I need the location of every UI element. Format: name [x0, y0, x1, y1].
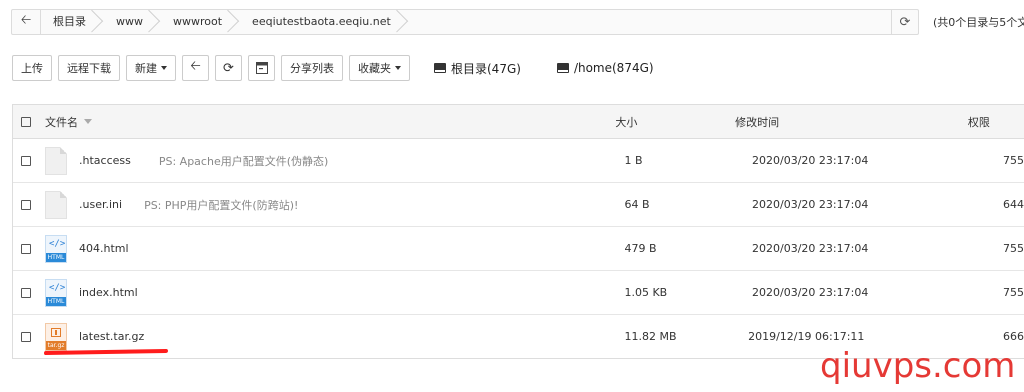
file-name-cell: </> HTML 404.html	[31, 234, 600, 263]
refresh-button[interactable]: ⟳	[215, 55, 242, 81]
html-band-label: HTML	[46, 296, 66, 306]
back-arrow-icon[interactable]: 🡠	[12, 10, 41, 34]
code-glyph: </>	[49, 238, 66, 249]
breadcrumb: 根目录 www wwwroot eeqiutestbaota.eeqiu.net	[41, 10, 409, 34]
file-name[interactable]: .user.ini	[79, 198, 122, 211]
chevron-down-icon	[161, 66, 167, 70]
disk-home-label: /home(874G)	[573, 61, 654, 75]
file-name-cell: .user.ini PS: PHP用户配置文件(防跨站)!	[31, 190, 600, 219]
terminal-button[interactable]	[248, 55, 275, 81]
file-size: 1.05 KB	[624, 286, 668, 299]
breadcrumb-site[interactable]: eeqiutestbaota.eeqiu.net	[240, 10, 409, 34]
table-header: 文件名 大小 修改时间 权限	[13, 105, 1024, 139]
row-checkbox[interactable]	[21, 287, 31, 298]
toolbar: 上传 远程下载 新建 🡠 ⟳ 分享列表 收藏夹 根目录(47G) /home(8…	[12, 55, 654, 81]
table-row[interactable]: .user.ini PS: PHP用户配置文件(防跨站)! 64 B 2020/…	[13, 183, 1024, 227]
file-manager: 🡠 根目录 www wwwroot eeqiutestbaota.eeqiu.n…	[0, 0, 1024, 392]
terminal-icon	[255, 62, 268, 74]
code-glyph: </>	[49, 282, 66, 293]
file-name-cell: </> HTML index.html	[31, 278, 600, 307]
breadcrumb-wwwroot[interactable]: wwwroot	[161, 10, 240, 34]
disk-root-label: 根目录(47G)	[451, 61, 521, 76]
refresh-icon: ⟳	[223, 60, 234, 76]
breadcrumb-root[interactable]: 根目录	[41, 10, 104, 34]
file-note: PS: PHP用户配置文件(防跨站)!	[144, 198, 299, 212]
file-size: 1 B	[624, 154, 643, 167]
row-checkbox[interactable]	[21, 155, 31, 166]
file-permissions[interactable]: 755	[949, 154, 1024, 167]
row-checkbox[interactable]	[21, 199, 31, 210]
file-name[interactable]: index.html	[79, 286, 138, 299]
sort-desc-icon	[84, 119, 92, 124]
blank-file-icon	[45, 190, 67, 219]
directory-summary: (共0个目录与5个文	[933, 16, 1024, 29]
file-modified: 2019/12/19 06:17:11	[748, 330, 865, 343]
archive-glyph	[51, 327, 61, 337]
file-name[interactable]: latest.tar.gz	[79, 330, 144, 343]
table-row[interactable]: .htaccess PS: Apache用户配置文件(伪静态) 1 B 2020…	[13, 139, 1024, 183]
hard-disk-icon	[556, 63, 569, 73]
file-modified: 2020/03/20 23:17:04	[752, 154, 869, 167]
select-all-checkbox[interactable]	[21, 116, 31, 127]
file-name-cell: tar.gz latest.tar.gz	[31, 322, 601, 351]
file-permissions[interactable]: 644	[949, 198, 1024, 211]
file-size: 64 B	[624, 198, 650, 211]
upload-button[interactable]: 上传	[12, 55, 52, 81]
html-file-icon: </> HTML	[45, 234, 67, 263]
row-checkbox[interactable]	[21, 331, 31, 342]
table-row[interactable]: </> HTML 404.html 479 B 2020/03/20 23:17…	[13, 227, 1024, 271]
disk-root[interactable]: 根目录(47G)	[434, 60, 521, 77]
archive-band-label: tar.gz	[46, 340, 66, 350]
back-button[interactable]: 🡠	[182, 55, 209, 81]
file-modified: 2020/03/20 23:17:04	[752, 286, 869, 299]
blank-file-icon	[45, 146, 67, 175]
new-button-label: 新建	[135, 62, 157, 75]
disk-home[interactable]: /home(874G)	[556, 61, 654, 75]
html-file-icon: </> HTML	[45, 278, 67, 307]
back-arrow-icon: 🡠	[190, 59, 201, 74]
file-modified: 2020/03/20 23:17:04	[752, 242, 869, 255]
file-size: 11.82 MB	[624, 330, 677, 343]
file-modified: 2020/03/20 23:17:04	[752, 198, 869, 211]
favorites-button-label: 收藏夹	[358, 62, 391, 75]
refresh-icon[interactable]: ⟳	[891, 10, 918, 34]
column-header-permissions[interactable]: 权限	[928, 114, 1024, 130]
html-band-label: HTML	[46, 252, 66, 262]
file-name[interactable]: .htaccess	[79, 154, 131, 167]
file-permissions[interactable]: 755	[949, 242, 1024, 255]
chevron-down-icon	[395, 66, 401, 70]
remote-download-button[interactable]: 远程下载	[58, 55, 120, 81]
hard-disk-icon	[434, 63, 446, 73]
column-header-modified[interactable]: 修改时间	[707, 114, 928, 130]
column-header-name-label: 文件名	[45, 115, 78, 129]
breadcrumb-www[interactable]: www	[104, 10, 161, 34]
archive-file-icon: tar.gz	[45, 322, 67, 351]
column-header-name[interactable]: 文件名	[31, 114, 591, 130]
file-permissions[interactable]: 755	[949, 286, 1024, 299]
watermark: qiuvps.com	[820, 346, 1016, 386]
row-checkbox[interactable]	[21, 243, 31, 254]
new-button[interactable]: 新建	[126, 55, 176, 81]
file-size: 479 B	[624, 242, 657, 255]
share-list-button[interactable]: 分享列表	[281, 55, 343, 81]
favorites-button[interactable]: 收藏夹	[349, 55, 410, 81]
path-bar: 🡠 根目录 www wwwroot eeqiutestbaota.eeqiu.n…	[11, 9, 919, 35]
table-row[interactable]: </> HTML index.html 1.05 KB 2020/03/20 2…	[13, 271, 1024, 315]
file-name-cell: .htaccess PS: Apache用户配置文件(伪静态)	[31, 146, 600, 175]
file-permissions[interactable]: 666	[949, 330, 1024, 343]
file-name[interactable]: 404.html	[79, 242, 129, 255]
file-note: PS: Apache用户配置文件(伪静态)	[158, 154, 329, 168]
column-header-size[interactable]: 大小	[591, 114, 707, 130]
file-table: 文件名 大小 修改时间 权限 .htaccess PS: Apache用户配置文…	[12, 104, 1024, 359]
